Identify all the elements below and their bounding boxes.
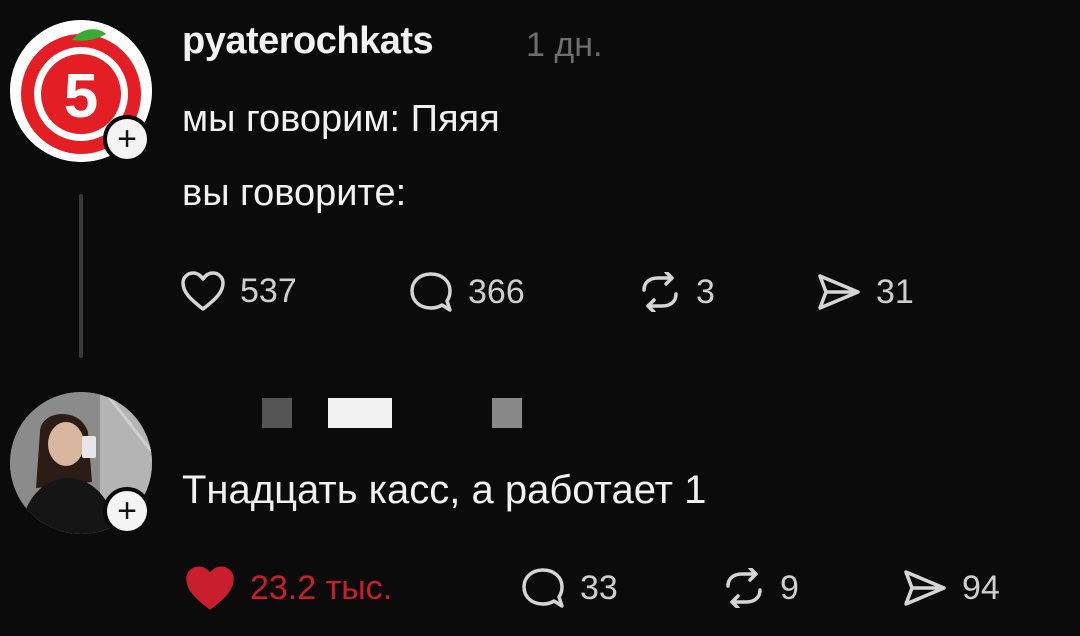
- comment-icon: [410, 272, 452, 312]
- share-count: 31: [876, 272, 914, 311]
- svg-text:5: 5: [64, 62, 98, 131]
- like-button[interactable]: 537: [180, 270, 297, 312]
- like-button-reply[interactable]: 23.2 тыс.: [184, 564, 392, 612]
- comment-button[interactable]: 366: [408, 270, 525, 314]
- censored-username-block: [492, 398, 522, 428]
- share-button[interactable]: 31: [816, 272, 914, 312]
- comment-count-reply: 33: [580, 568, 618, 607]
- follow-button[interactable]: +: [103, 115, 151, 163]
- repost-count-reply: 9: [780, 568, 799, 607]
- share-icon: [904, 570, 946, 606]
- comment-count: 366: [468, 272, 525, 311]
- heart-icon: [181, 271, 225, 311]
- repost-icon: [726, 568, 762, 608]
- post-text-line2: вы говорите:: [182, 172, 407, 214]
- reply-text: Тнадцать касс, а работает 1: [182, 468, 707, 512]
- like-count-reply: 23.2 тыс.: [250, 568, 393, 607]
- post-text-line1: мы говорим: Пяяя: [182, 98, 500, 140]
- censored-username-block: [328, 398, 392, 428]
- share-button-reply[interactable]: 94: [902, 568, 1000, 608]
- repost-button-reply[interactable]: 9: [722, 568, 799, 608]
- share-count-reply: 94: [962, 568, 1000, 607]
- repost-count: 3: [696, 272, 715, 311]
- heart-icon: [186, 566, 234, 610]
- share-icon: [818, 274, 860, 310]
- like-count: 537: [240, 271, 297, 310]
- censored-username-block: [262, 398, 292, 428]
- plus-icon: +: [107, 491, 147, 531]
- comment-button-reply[interactable]: 33: [520, 566, 618, 610]
- username[interactable]: pyaterochkats: [182, 20, 434, 63]
- repost-button[interactable]: 3: [638, 272, 715, 312]
- comment-icon: [522, 568, 564, 608]
- follow-button-reply[interactable]: +: [103, 487, 151, 535]
- repost-icon: [642, 272, 678, 312]
- post-time: 1 дн.: [526, 26, 603, 64]
- plus-icon: +: [107, 119, 147, 159]
- thread-line: [79, 194, 83, 358]
